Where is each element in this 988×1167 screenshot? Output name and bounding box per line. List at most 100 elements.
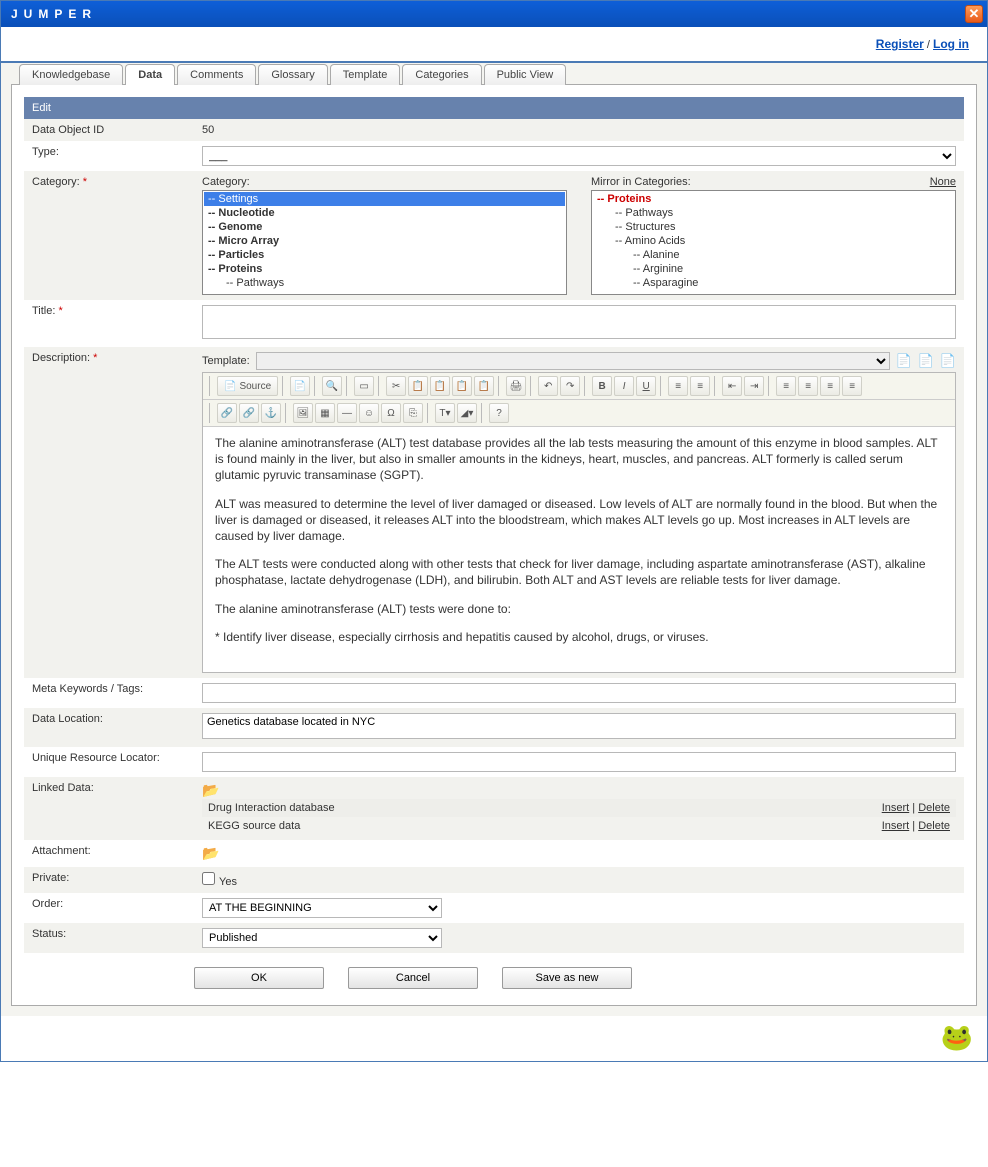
align-justify-icon[interactable]: ≡ [842, 376, 862, 396]
template-select[interactable] [256, 352, 890, 370]
register-link[interactable]: Register [876, 37, 924, 51]
template-label: Template: [202, 355, 250, 367]
editor-toolbar-row1: 📄 Source 📄 🔍 ▭ ✂ 📋 📋 [203, 373, 955, 400]
cut-icon[interactable]: ✂ [386, 376, 406, 396]
outdent-icon[interactable]: ⇤ [722, 376, 742, 396]
paste-icon[interactable]: 📋 [430, 376, 450, 396]
unordered-list-icon[interactable]: ≡ [690, 376, 710, 396]
label-type: Type: [32, 146, 59, 158]
required-mark: * [93, 352, 97, 364]
mir-arginine[interactable]: -- Arginine [593, 262, 954, 276]
label-meta: Meta Keywords / Tags: [24, 678, 194, 708]
linked-insert[interactable]: Insert [882, 820, 910, 832]
login-link[interactable]: Log in [933, 37, 969, 51]
tab-public-view[interactable]: Public View [484, 64, 567, 85]
section-edit: Edit [24, 97, 964, 119]
attachment-folder-icon[interactable]: 📂 [202, 845, 219, 861]
url-input[interactable] [202, 752, 956, 772]
linked-delete[interactable]: Delete [918, 802, 950, 814]
label-dataobjectid: Data Object ID [24, 119, 194, 141]
mir-pathways[interactable]: -- Pathways [593, 206, 954, 220]
linked-delete[interactable]: Delete [918, 820, 950, 832]
ordered-list-icon[interactable]: ≡ [668, 376, 688, 396]
anchor-icon[interactable]: ⚓ [261, 403, 281, 423]
linked-row: Drug Interaction database Insert | Delet… [202, 799, 956, 817]
bg-color-icon[interactable]: ◢▾ [457, 403, 477, 423]
underline-icon[interactable]: U [636, 376, 656, 396]
cancel-button[interactable]: Cancel [348, 967, 478, 989]
category-box-label: Category: [202, 176, 250, 188]
tab-data[interactable]: Data [125, 64, 175, 85]
cat-micro-array[interactable]: -- Micro Array [204, 234, 565, 248]
italic-icon[interactable]: I [614, 376, 634, 396]
align-left-icon[interactable]: ≡ [776, 376, 796, 396]
status-select[interactable]: Published [202, 928, 442, 948]
label-status: Status: [24, 923, 194, 953]
cat-particles[interactable]: -- Particles [204, 248, 565, 262]
copy-icon[interactable]: 📋 [408, 376, 428, 396]
cat-pathways[interactable]: -- Pathways [204, 276, 565, 290]
linked-insert[interactable]: Insert [882, 802, 910, 814]
indent-icon[interactable]: ⇥ [744, 376, 764, 396]
mir-structures[interactable]: -- Structures [593, 220, 954, 234]
linked-name: Drug Interaction database [202, 799, 846, 817]
template-icon[interactable]: ▭ [354, 376, 374, 396]
category-listbox[interactable]: -- Settings -- Nucleotide -- Genome -- M… [202, 190, 567, 295]
mir-proteins[interactable]: -- Proteins [593, 192, 954, 206]
align-right-icon[interactable]: ≡ [820, 376, 840, 396]
redo-icon[interactable]: ↷ [560, 376, 580, 396]
ok-button[interactable]: OK [194, 967, 324, 989]
mirror-listbox[interactable]: -- Proteins -- Pathways -- Structures --… [591, 190, 956, 295]
desc-p1: The alanine aminotransferase (ALT) test … [215, 435, 943, 484]
text-color-icon[interactable]: T▾ [435, 403, 455, 423]
mirror-none-link[interactable]: None [930, 176, 956, 188]
source-button[interactable]: 📄 Source [217, 376, 278, 396]
order-select[interactable]: AT THE BEGINNING [202, 898, 442, 918]
tab-template[interactable]: Template [330, 64, 401, 85]
datalocation-input[interactable]: Genetics database located in NYC [202, 713, 956, 739]
title-input[interactable] [202, 305, 956, 339]
special-char-icon[interactable]: Ω [381, 403, 401, 423]
mir-amino-acids[interactable]: -- Amino Acids [593, 234, 954, 248]
mir-alanine[interactable]: -- Alanine [593, 248, 954, 262]
template-doc-blue-icon[interactable]: 📄 [896, 353, 912, 369]
tab-categories[interactable]: Categories [402, 64, 481, 85]
hr-icon[interactable]: — [337, 403, 357, 423]
undo-icon[interactable]: ↶ [538, 376, 558, 396]
linked-folder-icon[interactable]: 📂 [202, 782, 219, 798]
meta-input[interactable] [202, 683, 956, 703]
cat-genome[interactable]: -- Genome [204, 220, 565, 234]
new-doc-icon[interactable]: 📄 [290, 376, 310, 396]
tab-knowledgebase[interactable]: Knowledgebase [19, 64, 123, 85]
close-button[interactable]: ✕ [965, 5, 983, 23]
print-icon[interactable]: 🖨 [506, 376, 526, 396]
cat-proteins[interactable]: -- Proteins [204, 262, 565, 276]
mir-asparagine[interactable]: -- Asparagine [593, 276, 954, 290]
type-select[interactable]: ___ [202, 146, 956, 166]
cat-nucleotide[interactable]: -- Nucleotide [204, 206, 565, 220]
private-checkbox[interactable] [202, 872, 215, 885]
table-icon[interactable]: ▦ [315, 403, 335, 423]
template-doc-green-icon[interactable]: 📄 [940, 353, 956, 369]
template-doc-red-icon[interactable]: 📄 [918, 353, 934, 369]
smiley-icon[interactable]: ☺ [359, 403, 379, 423]
save-as-new-button[interactable]: Save as new [502, 967, 632, 989]
tab-glossary[interactable]: Glossary [258, 64, 327, 85]
preview-icon[interactable]: 🔍 [322, 376, 342, 396]
label-linked: Linked Data: [24, 777, 194, 840]
paste-word-icon[interactable]: 📋 [474, 376, 494, 396]
tab-comments[interactable]: Comments [177, 64, 256, 85]
header: Register / Log in [1, 27, 987, 61]
editor-body[interactable]: The alanine aminotransferase (ALT) test … [203, 427, 955, 672]
help-icon[interactable]: ? [489, 403, 509, 423]
link-icon[interactable]: 🔗 [217, 403, 237, 423]
desc-p3: The ALT tests were conducted along with … [215, 556, 943, 588]
cat-settings[interactable]: -- Settings [204, 192, 565, 206]
align-center-icon[interactable]: ≡ [798, 376, 818, 396]
image-icon[interactable]: 🖼 [293, 403, 313, 423]
bold-icon[interactable]: B [592, 376, 612, 396]
linked-name: KEGG source data [202, 817, 846, 835]
paste-text-icon[interactable]: 📋 [452, 376, 472, 396]
unlink-icon[interactable]: 🔗 [239, 403, 259, 423]
page-break-icon[interactable]: ⎘ [403, 403, 423, 423]
